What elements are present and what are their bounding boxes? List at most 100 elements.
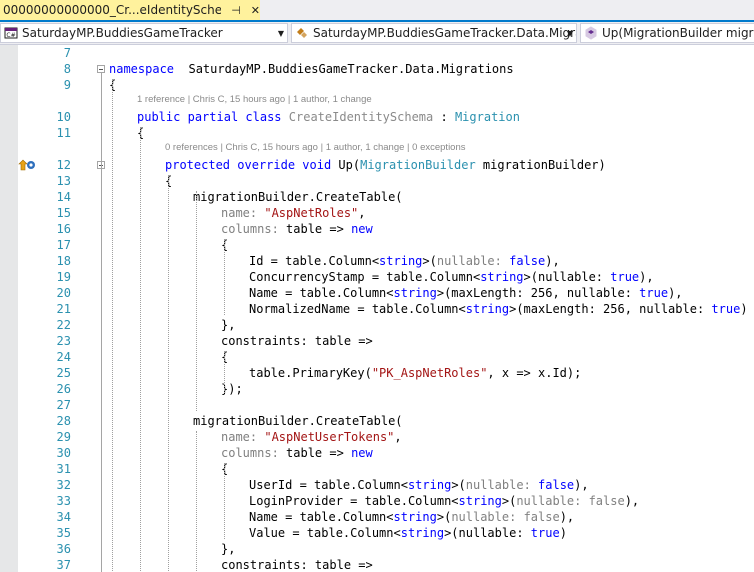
code-text: name: "AspNetUserTokens", <box>221 429 402 445</box>
line-number: 11 <box>56 126 71 140</box>
code-token: string <box>393 286 437 300</box>
code-token: nullable: <box>516 494 589 508</box>
code-token: ), <box>639 270 654 284</box>
code-token: string <box>458 494 502 508</box>
code-token: >(nullable: <box>444 526 531 540</box>
override-indicator-icon[interactable] <box>18 159 36 171</box>
code-token: nullable: <box>465 478 539 492</box>
code-token: partial <box>187 110 239 124</box>
code-token: migrationBuilder.CreateTable( <box>193 414 403 428</box>
line-number: 18 <box>56 254 71 268</box>
code-line: 23 constraints: table => <box>0 333 754 349</box>
navigation-bar: C# SaturdayMP.BuddiesGameTracker ▼ Satur… <box>0 22 754 45</box>
code-token: columns: <box>221 222 287 236</box>
code-line: 37 constraints: table => <box>0 557 754 572</box>
code-token: void <box>302 158 332 172</box>
code-editor[interactable]: 7 8 namespace SaturdayMP.BuddiesGameTracke… <box>0 45 754 572</box>
line-number: 8 <box>63 62 71 76</box>
line-number: 9 <box>63 78 71 92</box>
member-dropdown[interactable]: Up(MigrationBuilder migratio <box>580 23 754 43</box>
code-text: public partial class CreateIdentitySchem… <box>137 109 520 125</box>
line-number: 19 <box>56 270 71 284</box>
pin-tab-icon[interactable]: ⊣ <box>231 4 241 17</box>
line-number: 34 <box>56 510 71 524</box>
code-text: constraints: table => <box>221 557 373 572</box>
method-icon <box>584 26 598 40</box>
code-token: table => <box>286 446 352 460</box>
code-token: >(nullable: <box>523 270 611 284</box>
code-line: 34 Name = table.Column<string>(nullable: … <box>0 509 754 525</box>
code-text: migrationBuilder.CreateTable( <box>193 413 403 429</box>
member-dropdown-label: Up(MigrationBuilder migratio <box>602 26 754 40</box>
code-token: ), <box>668 286 683 300</box>
code-text: name: "AspNetRoles", <box>221 205 366 221</box>
code-token: CreateIdentitySchema <box>288 110 434 124</box>
line-number: 16 <box>56 222 71 236</box>
document-tab-strip: 00000000000000_Cr...eIdentitySchema.cs ⊣… <box>0 0 754 22</box>
code-token: }, <box>221 318 236 332</box>
code-token: Id = table.Column< <box>249 254 380 268</box>
code-line: 17{ <box>0 237 754 253</box>
code-line: 24{ <box>0 349 754 365</box>
code-token: , <box>358 206 366 220</box>
line-number: 33 <box>56 494 71 508</box>
code-line: 28 migrationBuilder.CreateTable( <box>0 413 754 429</box>
code-line: 22}, <box>0 317 754 333</box>
code-token: >( <box>451 478 466 492</box>
code-token: constraints: table => <box>221 558 373 572</box>
indent-guide <box>224 239 225 315</box>
project-dropdown[interactable]: C# SaturdayMP.BuddiesGameTracker ▼ <box>0 23 288 43</box>
code-token: new <box>351 446 373 460</box>
code-token: >( <box>436 510 452 524</box>
code-text: }, <box>221 541 235 557</box>
code-token: class <box>245 110 282 124</box>
type-dropdown[interactable]: SaturdayMP.BuddiesGameTracker.Data.Migra… <box>291 23 577 43</box>
code-token: Name = table.Column< <box>249 510 394 524</box>
line-number: 24 <box>56 350 71 364</box>
code-text: UserId = table.Column<string>(nullable: … <box>249 477 589 493</box>
code-token: }, <box>221 542 236 556</box>
line-number: 29 <box>56 430 71 444</box>
close-tab-icon[interactable]: ✕ <box>251 4 260 17</box>
line-number: 10 <box>56 110 71 124</box>
codelens-info[interactable]: 1 reference | Chris C, 15 hours ago | 1 … <box>137 94 372 108</box>
code-token: public <box>137 110 181 124</box>
code-line: 26}); <box>0 381 754 397</box>
project-dropdown-label: SaturdayMP.BuddiesGameTracker <box>22 26 223 40</box>
indent-guide <box>196 191 197 411</box>
code-text: ConcurrencyStamp = table.Column<string>(… <box>249 269 654 285</box>
document-tab-title: 00000000000000_Cr...eIdentitySchema.cs <box>3 3 222 17</box>
indent-guide <box>112 79 113 572</box>
code-token: constraints: table => <box>221 334 373 348</box>
code-token: NormalizedName = table.Column< <box>249 302 466 316</box>
code-line: 21 NormalizedName = table.Column<string>(… <box>0 301 754 317</box>
code-line: 9{ <box>0 77 754 93</box>
code-line: 16 columns: table => new <box>0 221 754 237</box>
code-line: 19 ConcurrencyStamp = table.Column<string… <box>0 269 754 285</box>
line-number: 23 <box>56 334 71 348</box>
code-token: >( <box>501 494 517 508</box>
line-number: 37 <box>56 558 71 572</box>
code-token: Migration <box>454 110 520 124</box>
code-token: false <box>588 494 625 508</box>
code-token: ), <box>624 494 640 508</box>
code-line: 15 name: "AspNetRoles", <box>0 205 754 221</box>
code-token: , <box>394 430 402 444</box>
code-token: migrationBuilder.CreateTable( <box>193 190 403 204</box>
collapse-region-icon[interactable] <box>97 65 105 73</box>
line-number: 21 <box>56 302 71 316</box>
chevron-down-icon: ▼ <box>277 29 284 38</box>
indent-guide <box>168 175 169 572</box>
code-line: 29 name: "AspNetUserTokens", <box>0 429 754 445</box>
code-token: false <box>523 510 560 524</box>
document-tab[interactable]: 00000000000000_Cr...eIdentitySchema.cs ⊣… <box>0 0 260 20</box>
code-text: }, <box>221 317 235 333</box>
code-line: 32 UserId = table.Column<string>(nullable… <box>0 477 754 493</box>
code-line: 7 <box>0 45 754 61</box>
code-token: ) <box>740 302 748 316</box>
code-token: string <box>465 302 510 316</box>
indent-guide <box>196 431 197 572</box>
line-number: 28 <box>56 414 71 428</box>
codelens-info[interactable]: 0 references | Chris C, 15 hours ago | 1… <box>165 142 466 156</box>
